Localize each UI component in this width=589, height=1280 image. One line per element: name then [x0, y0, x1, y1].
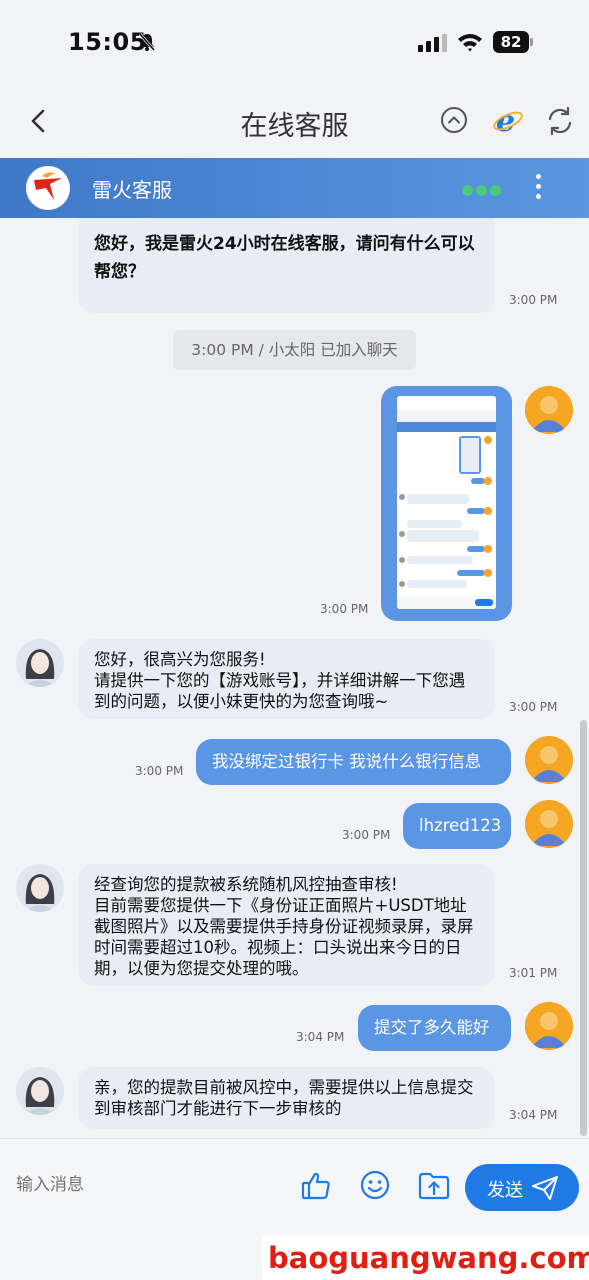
battery-level: 82 [493, 31, 529, 53]
message-timestamp: 3:00 PM [320, 602, 369, 616]
wifi-icon [458, 34, 482, 52]
refresh-icon[interactable] [545, 106, 575, 136]
agent-avatar [16, 1067, 64, 1115]
chat-scrollbar[interactable] [580, 720, 587, 1136]
upload-folder-icon[interactable] [418, 1172, 450, 1200]
message-text: 提交了多久能好 [374, 1018, 490, 1037]
agent-avatar [16, 639, 64, 687]
screenshot-thumbnail[interactable] [397, 396, 496, 609]
user-avatar [525, 800, 573, 848]
user-avatar [525, 1002, 573, 1050]
message-input[interactable] [16, 1175, 276, 1195]
chat-header: 雷火客服 [0, 158, 589, 218]
message-timestamp: 3:00 PM [509, 293, 558, 307]
service-name: 雷火客服 [92, 178, 172, 202]
system-message: 3:00 PM / 小太阳 已加入聊天 [173, 330, 416, 370]
thumbs-up-icon[interactable] [300, 1170, 332, 1202]
cellular-signal-icon [418, 34, 447, 52]
message-timestamp: 3:04 PM [296, 1030, 345, 1044]
more-options-icon[interactable] [534, 174, 542, 202]
message-timestamp: 3:01 PM [509, 966, 558, 980]
nav-bar: 在线客服 e [0, 86, 589, 158]
browser-icon[interactable]: e [492, 104, 524, 136]
message-timestamp: 3:00 PM [135, 764, 184, 778]
send-label: 发送 [487, 1180, 523, 1201]
image-message[interactable] [381, 386, 512, 621]
message-text: 经查询您的提款被系统随机风控抽查审核! 目前需要您提供一下《身份证正面照片+US… [94, 875, 474, 978]
paper-plane-icon [532, 1176, 558, 1200]
message-timestamp: 3:00 PM [342, 828, 391, 842]
message-bubble-agent: 您好，很高兴为您服务! 请提供一下您的【游戏账号】，并详细讲解一下您遇到的问题，… [78, 639, 495, 719]
service-logo [26, 166, 70, 210]
message-bubble-agent: 经查询您的提款被系统随机风控抽查审核! 目前需要您提供一下《身份证正面照片+US… [78, 864, 495, 986]
message-bubble-user: 我没绑定过银行卡 我说什么银行信息 [196, 739, 511, 785]
message-timestamp: 3:00 PM [509, 700, 558, 714]
message-text: 您好，我是雷火24小时在线客服，请问有什么可以帮您？ [94, 234, 475, 282]
user-avatar [525, 386, 573, 434]
message-timestamp: 3:04 PM [509, 1108, 558, 1122]
message-input-bar: 发送 [0, 1138, 589, 1222]
bell-muted-icon [138, 33, 156, 51]
scroll-up-icon[interactable] [440, 106, 468, 134]
message-bubble-agent: 您好，我是雷火24小时在线客服，请问有什么可以帮您？ [78, 218, 495, 313]
message-text: lhzred123 [419, 816, 502, 835]
message-text: 我没绑定过银行卡 我说什么银行信息 [212, 752, 482, 771]
message-text: 亲，您的提款目前被风控中，需要提供以上信息提交到审核部门才能进行下一步审核的 [94, 1078, 474, 1118]
emoji-icon[interactable] [360, 1170, 390, 1200]
message-bubble-agent: 亲，您的提款目前被风控中，需要提供以上信息提交到审核部门才能进行下一步审核的 [78, 1067, 495, 1129]
battery-icon: 82 [493, 31, 535, 53]
online-status-icon [462, 181, 506, 196]
send-button[interactable]: 发送 [465, 1164, 579, 1211]
message-bubble-user: lhzred123 [403, 803, 511, 849]
message-bubble-user: 提交了多久能好 [358, 1005, 511, 1051]
status-time: 15:05 [68, 28, 147, 56]
back-arrow-icon[interactable] [26, 108, 50, 134]
status-bar: 15:05 82 [0, 0, 589, 86]
chat-area[interactable]: 您好，我是雷火24小时在线客服，请问有什么可以帮您？ 3:00 PM 3:00 … [0, 218, 589, 1138]
user-avatar [525, 736, 573, 784]
agent-avatar [16, 864, 64, 912]
message-text: 您好，很高兴为您服务! 请提供一下您的【游戏账号】，并详细讲解一下您遇到的问题，… [94, 650, 466, 711]
watermark-text: baoguangwang.com [262, 1236, 589, 1280]
